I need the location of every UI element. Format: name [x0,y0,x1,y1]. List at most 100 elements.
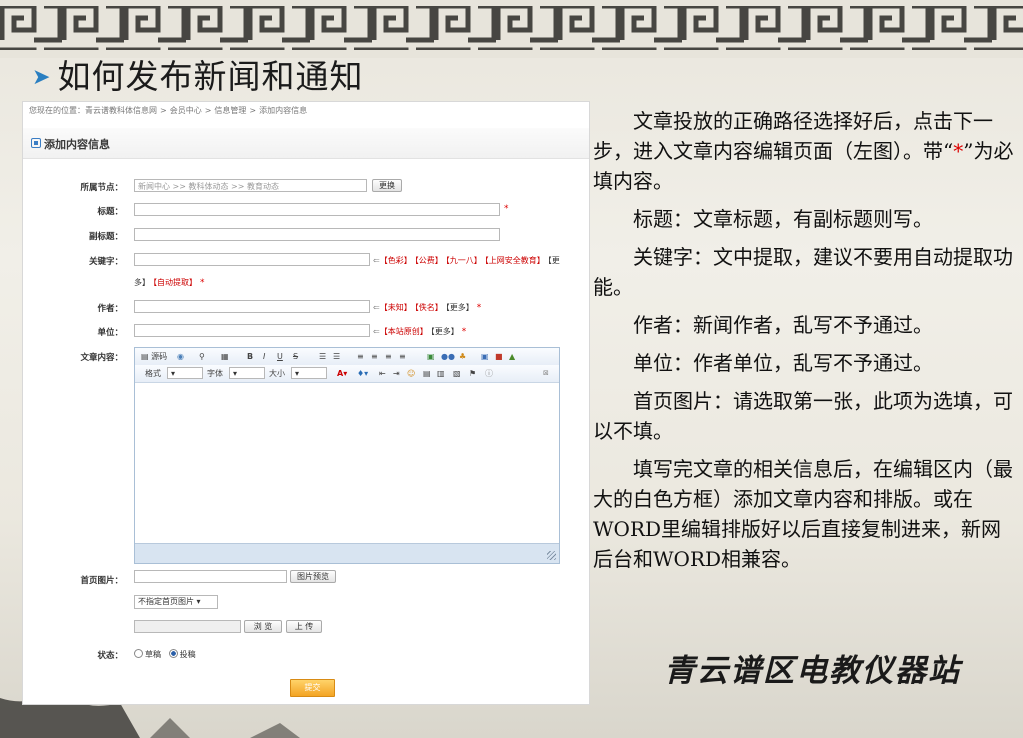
indent-icon[interactable]: ⇥ [393,368,400,379]
description-text: 文章投放的正确路径选择好后，点击下一步，进入文章内容编辑页面（左图）。带“*”为… [593,106,1019,582]
image-path-input[interactable] [134,570,287,583]
preview-icon[interactable]: ◉ [177,351,184,362]
paste-icon[interactable]: ▦ [221,351,229,362]
bulleted-list-icon[interactable]: ☰ [333,351,340,362]
author-tags: ⇐【未知】 【佚名】 【更多】 * [373,303,482,313]
bg-color-icon[interactable]: ♦▾ [357,368,368,379]
required-mark: * [200,278,205,288]
form-screenshot-panel: 您现在的位置：青云谱教科体信息网 > 会员中心 > 信息管理 > 添加内容信息 添加内容信息… [22,101,590,705]
subtitle-label: 副标题： [88,232,123,242]
author-input[interactable] [134,300,370,313]
keyword-tags: ⇐【色彩】 【公费】 【九一八】 【上网安全教育】 【更 [373,256,560,265]
auto-extract-tag[interactable]: 【自动提取】 [153,278,197,287]
content-label: 文章内容： [80,353,123,363]
ordered-list-icon[interactable]: ☰ [319,351,326,362]
author-tag[interactable]: 【佚名】 [415,303,443,312]
align-left-icon[interactable]: ≡ [357,351,364,362]
align-right-icon[interactable]: ≡ [385,351,392,362]
status-draft-radio[interactable]: 草稿 [134,649,161,659]
title-input[interactable] [134,203,500,216]
section-title: 添加内容信息 [44,138,110,151]
keywords-label: 关键字： [88,257,123,267]
browse-button[interactable]: 浏 览 [244,620,282,633]
node-label: 所属节点： [80,183,123,193]
collapse-toolbar-icon[interactable]: ⊠ [543,368,549,379]
author-tag-more[interactable]: 【更多】 [446,303,474,312]
pagebreak-icon[interactable]: ▥ [437,368,445,379]
organization-name: 青云谱区电教仪器站 [664,653,961,689]
image-preview-button[interactable]: 图片预览 [290,570,336,583]
size-select[interactable]: ▾ [291,367,327,379]
keyword-tags-line2: 多】 【自动提取】 * [134,277,205,288]
special-char-icon[interactable]: ■ [495,351,503,362]
status-submit-radio[interactable]: 投稿 [168,649,196,659]
smiley-icon[interactable]: ▲ [509,351,515,362]
breadcrumb-item: 添加内容信息 [259,106,308,115]
status-label: 状态： [97,651,123,661]
section-header: 添加内容信息 [23,128,589,159]
breadcrumb-item[interactable]: 会员中心 [170,106,202,115]
italic-button[interactable]: I [263,351,265,362]
media-icon[interactable]: ♣ [459,351,466,362]
hr-icon[interactable]: ▤ [423,368,431,379]
upload-button[interactable]: 上 传 [286,620,322,633]
author-tag[interactable]: 【未知】 [380,303,412,312]
breadcrumb-item[interactable]: 青云谱教科体信息网 [85,106,157,115]
keyword-tag[interactable]: 【色彩】 [380,256,412,265]
emoticon-icon[interactable]: ☺ [407,368,415,379]
change-node-button[interactable]: 更换 [372,179,402,192]
desc-paragraph: 单位：作者单位，乱写不予通过。 [633,351,933,375]
desc-paragraph: 作者：新闻作者，乱写不予通过。 [633,313,933,337]
keyword-tag[interactable]: 【九一八】 [446,256,482,265]
breadcrumb: 您现在的位置：青云谱教科体信息网 > 会员中心 > 信息管理 > 添加内容信息 [29,106,308,115]
table-icon[interactable]: ▣ [481,351,489,362]
unit-input[interactable] [134,324,370,337]
text-color-icon[interactable]: A▾ [337,368,347,379]
format-label: 格式 [145,369,161,378]
strike-button[interactable]: S [293,351,298,362]
keyword-tag[interactable]: 【上网安全教育】 [485,256,545,265]
outdent-icon[interactable]: ⇤ [379,368,386,379]
resize-grip-icon[interactable] [547,551,556,560]
required-mark: * [476,303,482,313]
image-icon[interactable]: ▣ [427,351,435,362]
flash-icon[interactable]: ●● [441,351,455,362]
bullet-arrow-icon: ➤ [32,65,52,90]
image-label: 首页图片： [80,576,123,586]
editor-toolbar-1: ▤ 源码 ◉ ⚲ ▦ B I U S ☰ ☰ ≡ ≡ ≡ ≡ ▣ ●● ♣ ▣ … [135,348,559,366]
keyword-tag-more[interactable]: 【更 [548,256,560,265]
desc-paragraph: 文章投放的正确路径选择好后，点击下一步，进入文章内容编辑页面（左图）。带“*”为… [593,109,1014,193]
unit-label: 单位： [97,328,123,338]
find-icon[interactable]: ⚲ [199,351,205,362]
submit-button[interactable]: 提交 [290,679,335,697]
underline-button[interactable]: U [277,351,283,362]
anchor-icon[interactable]: ⚑ [469,368,476,379]
file-path-field[interactable] [134,620,241,633]
homepage-image-select[interactable]: 不指定首页图片 ▾ [134,595,218,609]
align-justify-icon[interactable]: ≡ [399,351,406,362]
size-label: 大小 [269,369,285,378]
required-mark: * [461,327,467,337]
editor-content-area[interactable] [135,383,559,543]
node-field[interactable]: 新闻中心 >> 教科体动态 >> 教育动态 [134,179,367,192]
bold-button[interactable]: B [247,351,253,362]
unit-tag-more[interactable]: 【更多】 [431,327,459,336]
unit-tag[interactable]: 【本站原创】 [380,327,428,336]
required-mark: * [504,204,509,214]
slide-title-text: 如何发布新闻和通知 [57,57,364,96]
subtitle-input[interactable] [134,228,500,241]
about-icon[interactable]: ⓘ [485,368,493,379]
section-icon [31,138,41,148]
source-button[interactable]: ▤ 源码 [141,351,167,362]
desc-paragraph: 填写完文章的相关信息后，在编辑区内（最大的白色方框）添加文章内容和排版。或在WO… [593,457,1013,571]
template-icon[interactable]: ▧ [453,368,461,379]
format-select[interactable]: ▾ [167,367,203,379]
keyword-tag-more[interactable]: 多】 [134,278,150,287]
desc-paragraph: 标题：文章标题，有副标题则写。 [633,207,933,231]
keyword-tag[interactable]: 【公费】 [415,256,443,265]
breadcrumb-item[interactable]: 信息管理 [214,106,246,115]
keywords-input[interactable] [134,253,370,266]
align-center-icon[interactable]: ≡ [371,351,378,362]
font-select[interactable]: ▾ [229,367,265,379]
desc-paragraph: 首页图片：请选取第一张，此项为选填，可以不填。 [593,389,1013,443]
